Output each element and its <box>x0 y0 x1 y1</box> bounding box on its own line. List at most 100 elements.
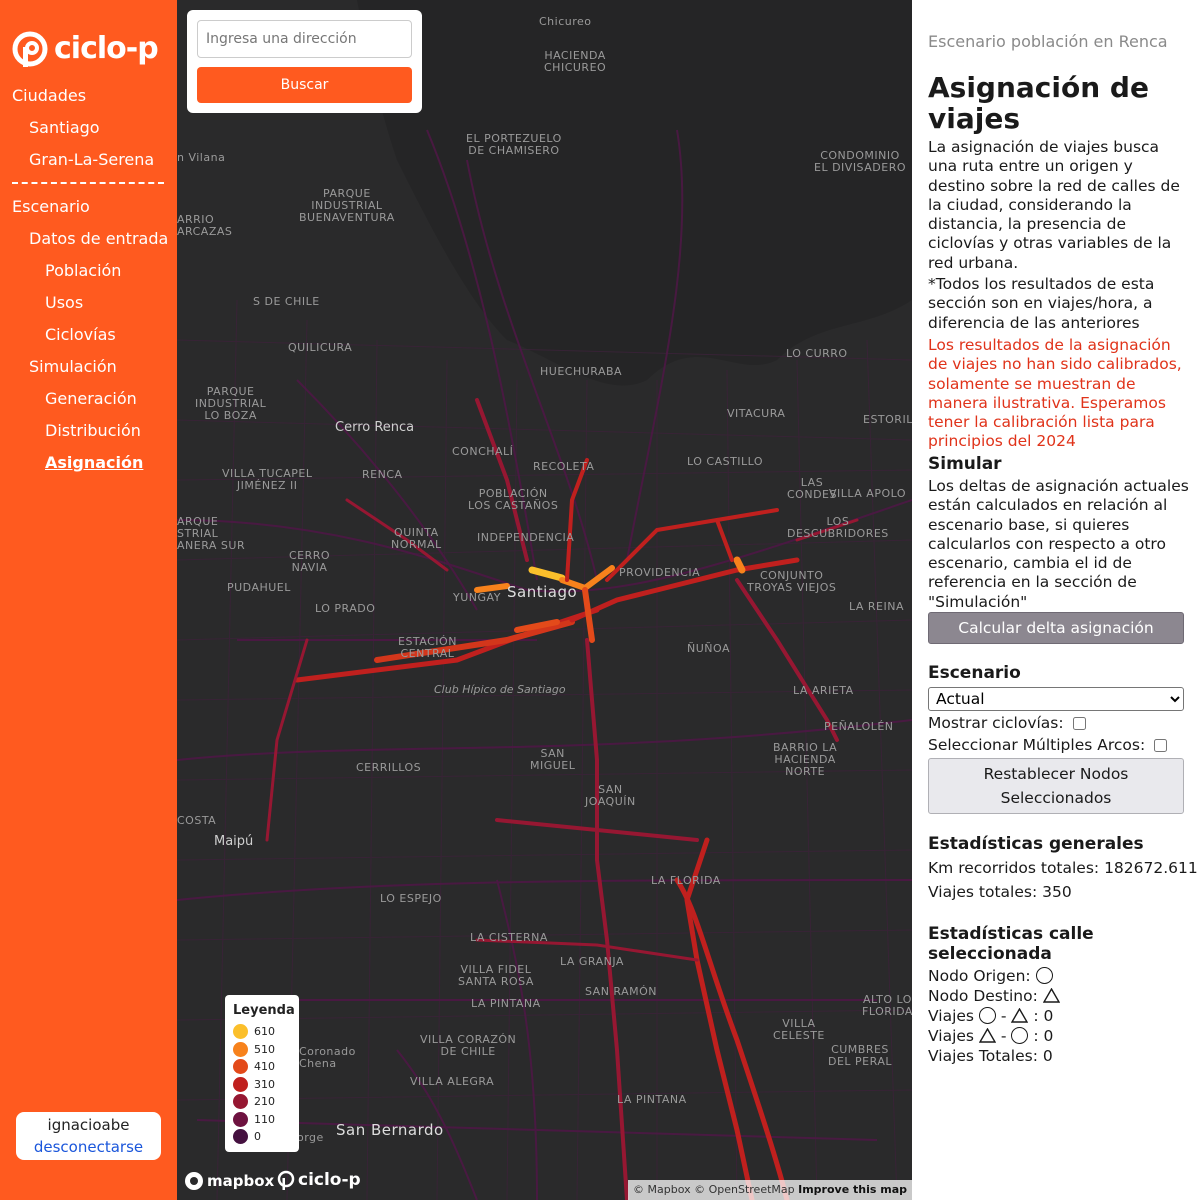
sidebar: ciclo-p Ciudades Santiago Gran-La-Serena… <box>0 0 177 1200</box>
ciclo-p-icon <box>277 1170 295 1190</box>
map-label-la-arieta: LA ARIETA <box>793 684 854 697</box>
assignment-description: La asignación de viajes busca una ruta e… <box>928 138 1180 272</box>
legend-color-dot <box>233 1059 248 1075</box>
trips-total-selected: Viajes Totales: 0 <box>928 1047 1053 1065</box>
nav-simulation[interactable]: Simulación <box>29 357 117 377</box>
show-bikelanes-label: Mostrar ciclovías: <box>928 714 1064 732</box>
legend-color-dot <box>233 1041 248 1057</box>
page-title: Asignación de viajes <box>928 71 1149 135</box>
nav-ciclovias[interactable]: Ciclovías <box>45 325 116 345</box>
map-label-la-cisterna: LA CISTERNA <box>470 931 548 944</box>
nav-city-gran-la-serena[interactable]: Gran-La-Serena <box>29 150 154 170</box>
improve-map-link[interactable]: Improve this map <box>798 1183 907 1196</box>
search-button[interactable]: Buscar <box>197 67 412 103</box>
origin-node-row: Nodo Origen: <box>928 966 1053 986</box>
triangle-icon <box>1042 988 1060 1003</box>
map-label-vitacura: VITACURA <box>727 407 786 420</box>
map-label-vilana: n Vilana <box>177 151 226 164</box>
map-label-lo-castillo: LO CASTILLO <box>687 455 764 468</box>
map-label-lo-prado: LO PRADO <box>315 602 376 615</box>
legend-color-dot <box>233 1111 248 1127</box>
dest-node-row: Nodo Destino: <box>928 986 1060 1006</box>
map-label-hacienda-chicureo: HACIENDA CHICUREO <box>544 49 607 74</box>
legend-item: 210 <box>233 1093 291 1111</box>
map-label-buenaventura: PARQUE INDUSTRIAL BUENAVENTURA <box>299 187 395 224</box>
map-label-la-pintana-top: LA PINTANA <box>471 997 541 1010</box>
map-label-estoril: ESTORIL <box>863 413 912 426</box>
reset-nodes-button[interactable]: Restablecer Nodos Seleccionados <box>928 758 1184 814</box>
multi-arcs-label: Seleccionar Múltiples Arcos: <box>928 736 1146 754</box>
legend-value: 210 <box>254 1095 275 1109</box>
scenario-select[interactable]: Actual <box>928 687 1184 711</box>
legend-item: 110 <box>233 1111 291 1129</box>
legend-value: 510 <box>254 1042 275 1056</box>
map-label-providencia: PROVIDENCIA <box>619 566 701 579</box>
map-label-yungay: YUNGAY <box>453 591 501 604</box>
map-label-huechuraba: HUECHURABA <box>540 365 623 378</box>
map-label-lo-curro: LO CURRO <box>786 347 848 360</box>
mapbox-logo[interactable]: mapbox <box>185 1172 274 1190</box>
nav-usos[interactable]: Usos <box>45 293 83 313</box>
nav-city-santiago[interactable]: Santiago <box>29 118 100 138</box>
map-label-independencia: INDEPENDENCIA <box>477 531 575 544</box>
circle-icon <box>1035 967 1053 984</box>
attribution-text[interactable]: © Mapbox © OpenStreetMap <box>633 1183 795 1196</box>
brand-name: ciclo-p <box>54 31 159 66</box>
nav-scenario-heading[interactable]: Escenario <box>12 197 90 217</box>
triangle-icon <box>978 1028 996 1043</box>
ciclo-p-logo-icon <box>12 31 48 67</box>
map-label-la-pintana: LA PINTANA <box>617 1093 687 1106</box>
nav-generacion[interactable]: Generación <box>45 389 137 409</box>
legend-value: 410 <box>254 1060 275 1074</box>
map-label-orge: orge <box>297 1131 324 1144</box>
units-note: *Todos los resultados de esta sección so… <box>928 275 1155 332</box>
legend-color-dot <box>233 1094 248 1110</box>
map-label-renca: RENCA <box>362 468 403 481</box>
legend-item: 0 <box>233 1128 291 1146</box>
address-search-input[interactable] <box>197 20 412 58</box>
multi-arcs-row: Seleccionar Múltiples Arcos: <box>928 735 1168 755</box>
legend-item: 510 <box>233 1041 291 1059</box>
general-stats-heading: Estadísticas generales <box>928 834 1144 854</box>
map-label-villa-apolo: VILLA APOLO <box>829 487 907 500</box>
calibration-warning: Los resultados de la asignación de viaje… <box>928 336 1182 451</box>
legend-item: 410 <box>233 1058 291 1076</box>
map-label-penalolen: PEÑALOLÉN <box>824 720 894 733</box>
map-label-club-hipico: Club Hípico de Santiago <box>434 683 566 696</box>
nav-cities-heading[interactable]: Ciudades <box>12 86 86 106</box>
map-label-quilicura: QUILICURA <box>288 341 353 354</box>
map-label-san-miguel: SAN MIGUEL <box>530 747 576 772</box>
map-label-chicureo: Chicureo <box>539 15 592 28</box>
map-label-conjunto: CONJUNTO TROYAS VIEJOS <box>747 569 837 594</box>
map-label-chile: S DE CHILE <box>253 295 320 308</box>
map-label-costa: COSTA <box>177 814 217 827</box>
nav-distribucion[interactable]: Distribución <box>45 421 141 441</box>
map-label-conchali: CONCHALÍ <box>452 445 514 458</box>
legend-title: Leyenda <box>233 1003 295 1018</box>
map-label-cerro-renca: Cerro Renca <box>335 420 415 435</box>
multi-arcs-checkbox[interactable] <box>1154 738 1168 752</box>
user-name: ignacioabe <box>47 1116 130 1134</box>
dest-node-label: Nodo Destino: <box>928 987 1038 1005</box>
show-bikelanes-checkbox[interactable] <box>1072 716 1086 730</box>
nav-poblacion[interactable]: Población <box>45 261 121 281</box>
map-ciclo-p-logo: ciclo-p <box>277 1170 361 1190</box>
map-label-villa-alegra: VILLA ALEGRA <box>410 1075 495 1088</box>
street-stats-heading: Estadísticas calle seleccionada <box>928 924 1094 964</box>
address-search-panel: Buscar <box>187 10 422 113</box>
legend-value: 110 <box>254 1112 275 1126</box>
map-label-divisadero: CONDOMINIO EL DIVISADERO <box>814 149 906 174</box>
logout-link[interactable]: desconectarse <box>16 1136 161 1158</box>
map-label-arrio: ARRIO ARCAZAS <box>177 213 233 238</box>
map-label-arque: ARQUE STRIAL ANERA SUR <box>177 515 246 552</box>
trips-origin-dest-row: Viajes - : 0 <box>928 1007 1054 1025</box>
origin-node-label: Nodo Origen: <box>928 967 1031 985</box>
nav-asignacion[interactable]: Asignación <box>45 453 143 473</box>
map-label-santiago: Santiago <box>507 583 578 601</box>
calculate-delta-button[interactable]: Calcular delta asignación <box>928 612 1184 644</box>
map-canvas[interactable]: Chicureo HACIENDA CHICUREO EL PORTEZUELO D… <box>177 0 912 1200</box>
ciclo-p-logo[interactable]: ciclo-p <box>12 28 159 70</box>
map-attribution[interactable]: © Mapbox © OpenStreetMap Improve this ma… <box>628 1180 912 1200</box>
nav-input-data[interactable]: Datos de entrada <box>29 229 168 249</box>
legend-item: 310 <box>233 1076 291 1094</box>
